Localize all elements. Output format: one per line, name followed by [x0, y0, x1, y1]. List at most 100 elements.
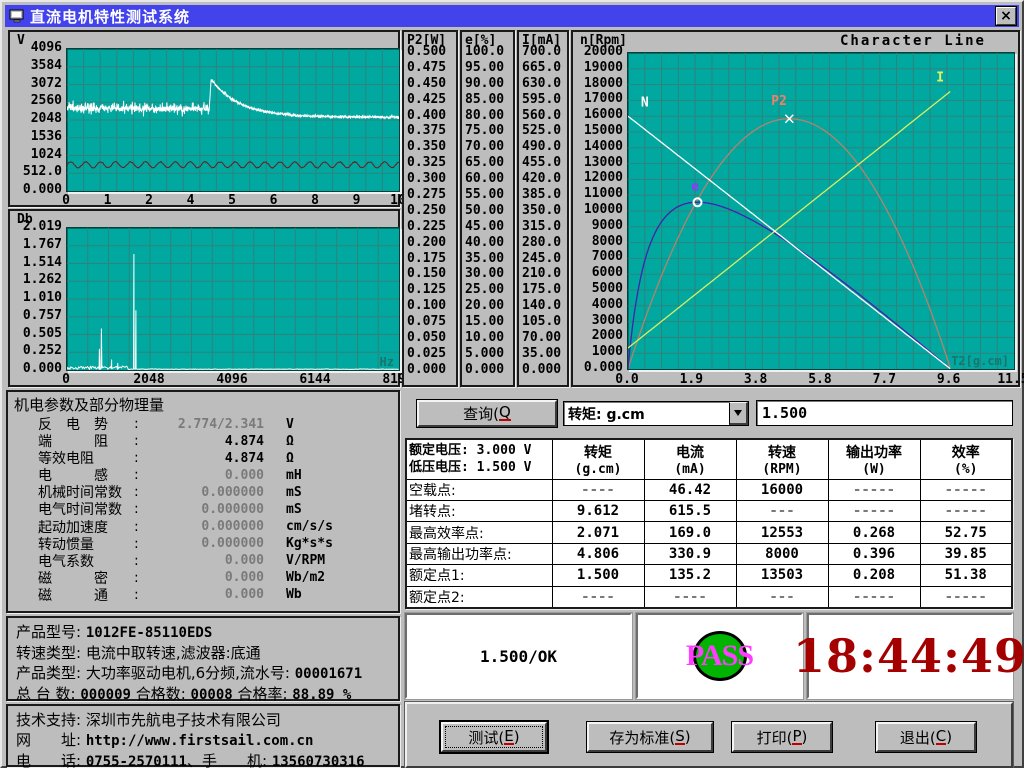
tick-label: 17000: [584, 92, 623, 106]
tick-label: 5000: [592, 282, 623, 296]
table-row: 堵转点:9.612615.5-------------: [406, 500, 1012, 521]
dropdown-arrow-button[interactable]: [729, 402, 748, 425]
tick-label: 60.00: [465, 172, 510, 186]
tick-label: 0.125: [407, 283, 453, 297]
result-status-box: 1.500/OK: [405, 613, 632, 699]
tick-label: 0.325: [407, 156, 453, 170]
quit-button[interactable]: 退出(C): [876, 722, 976, 752]
scale-column-e: e[%] 100.095.0090.0085.0080.0075.0070.00…: [460, 30, 515, 387]
spectrum-trace: [67, 228, 399, 370]
svg-text:I: I: [936, 70, 944, 85]
character-plot: NP2Ie T2[g.cm]: [627, 52, 1015, 370]
scale-column-i: I[mA] 700.0665.0630.0595.0560.0525.0490.…: [517, 30, 569, 387]
tick-label: 1536: [31, 130, 62, 144]
support-info-lines: 技术支持: 深圳市先航电子技术有限公司网 址: http://www.first…: [16, 710, 392, 768]
query-button[interactable]: 查询(Q: [417, 400, 557, 427]
row-label: 空载点:: [406, 479, 552, 500]
tick-label: 70.00: [522, 331, 564, 345]
button-bar: 测试(E) 存为标准(S) 打印(P) 退出(C): [405, 702, 1013, 768]
text-line: 网 址: http://www.firstsail.com.cn: [16, 730, 392, 751]
torque-unit-dropdown[interactable]: 转矩: g.cm: [563, 401, 749, 426]
row-label: 最高效率点:: [406, 522, 552, 543]
tick-label: 0.425: [407, 93, 453, 107]
tick-label: 10.00: [465, 331, 510, 345]
character-line-panel: n[Rpm] Character Line 200001900018000170…: [571, 30, 1020, 387]
chevron-down-icon: [734, 410, 742, 416]
tick-label: 13000: [584, 156, 623, 170]
tick-label: 1: [93, 193, 123, 208]
spectrum-y-ticks: 2.0191.7671.5141.2621.0100.7570.5050.252…: [12, 220, 62, 376]
table-cell: 46.42: [644, 479, 736, 500]
tick-label: 0.505: [23, 327, 62, 341]
pass-indicator-box: PASS: [636, 613, 803, 699]
results-table: 额定电压: 3.000 V低压电压: 1.500 V转矩(g.cm)电流(mA)…: [405, 438, 1013, 609]
app-icon: [9, 9, 25, 24]
tick-label: 2560: [31, 94, 62, 108]
tick-label: 3.8: [738, 372, 774, 387]
tick-label: 0.375: [407, 124, 453, 138]
tick-label: 0.025: [407, 347, 453, 361]
parameter-row: 反 电 势:2.774/2.341V: [16, 416, 392, 432]
tick-label: 2000: [592, 329, 623, 343]
table-cell: -----: [828, 479, 920, 500]
tick-label: 490.0: [522, 140, 564, 154]
tick-label: 420.0: [522, 172, 564, 186]
tick-label: 245.0: [522, 252, 564, 266]
text-line: 电 话: 0755-2570111、手 机: 13560730316: [16, 751, 392, 768]
tick-label: 11000: [584, 187, 623, 201]
tick-label: 15.00: [465, 315, 510, 329]
query-button-label: 查询(: [463, 403, 499, 424]
table-cell: 9.612: [552, 500, 644, 521]
spectrum-plot: Hz: [66, 227, 400, 371]
save-standard-button[interactable]: 存为标准(S): [587, 722, 713, 752]
tick-label: 7.7: [866, 372, 902, 387]
tick-label: 8: [300, 193, 330, 208]
tick-label: 525.0: [522, 124, 564, 138]
tick-label: 512.0: [23, 165, 62, 179]
spectrum-panel: Db 2.0191.7671.5141.2621.0100.7570.5050.…: [8, 209, 400, 387]
table-cell: ---: [736, 586, 828, 608]
query-button-hotkey: Q: [499, 406, 511, 421]
tick-label: 20.00: [465, 299, 510, 313]
tick-label: 7000: [592, 250, 623, 264]
tick-label: 0.200: [407, 236, 453, 250]
close-button[interactable]: ×: [996, 7, 1016, 25]
tick-label: 0.252: [23, 344, 62, 358]
table-cell: 39.85: [920, 543, 1012, 564]
clock-box: 18:44:49: [807, 613, 1013, 699]
tick-label: 0.500: [407, 45, 453, 59]
tick-label: 1.514: [23, 256, 62, 270]
tick-label: 1.010: [23, 291, 62, 305]
tick-label: 700.0: [522, 45, 564, 59]
tick-label: 15000: [584, 124, 623, 138]
tick-label: 385.0: [522, 188, 564, 202]
scale-column-p2: P2[W] 0.5000.4750.4500.4250.4000.3750.35…: [402, 30, 458, 387]
print-button[interactable]: 打印(P): [732, 722, 832, 752]
tick-label: 35.00: [522, 347, 564, 361]
tick-label: 35.00: [465, 252, 510, 266]
tick-label: 30.00: [465, 267, 510, 281]
tick-label: 665.0: [522, 61, 564, 75]
tick-label: 100.0: [465, 45, 510, 59]
table-cell: 330.9: [644, 543, 736, 564]
tick-label: 3584: [31, 59, 62, 73]
dropdown-selected-value: 转矩: g.cm: [564, 404, 729, 424]
tick-label: 1024: [31, 148, 62, 162]
tick-label: 0.300: [407, 172, 453, 186]
test-button[interactable]: 测试(E): [441, 722, 547, 752]
table-cell: -----: [920, 479, 1012, 500]
tick-label: 0.175: [407, 252, 453, 266]
tick-label: 0.000: [407, 363, 453, 377]
row-label: 堵转点:: [406, 500, 552, 521]
tick-label: 1.262: [23, 273, 62, 287]
parameter-row: 转动惯量:0.000000Kg*s*s: [16, 536, 392, 552]
spectrum-x-unit-label: Hz: [380, 355, 394, 369]
table-row: 最高输出功率点:4.806330.980000.39639.85: [406, 543, 1012, 564]
tick-label: 0.275: [407, 188, 453, 202]
row-label: 额定点1:: [406, 565, 552, 586]
table-cell: 1.500: [552, 565, 644, 586]
query-value-input[interactable]: [756, 400, 1013, 426]
table-header-voltages: 额定电压: 3.000 V低压电压: 1.500 V: [406, 439, 552, 479]
tick-label: 45.00: [465, 220, 510, 234]
tick-label: 80.00: [465, 109, 510, 123]
